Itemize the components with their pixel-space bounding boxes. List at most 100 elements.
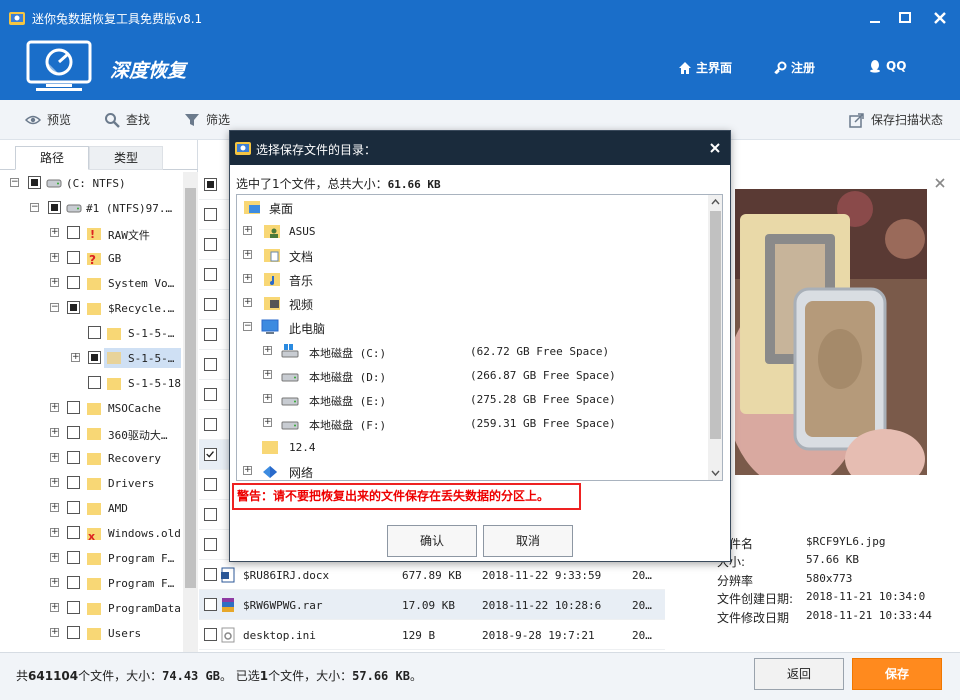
table-row[interactable]: $RU86IRJ.docx 677.89 KB 2018-11-22 9:33:… <box>199 560 665 590</box>
checkbox[interactable] <box>204 568 217 581</box>
dir-row-this-pc[interactable]: − 此电脑 <box>237 315 707 339</box>
checkbox[interactable] <box>67 226 80 239</box>
checkbox[interactable] <box>204 238 217 251</box>
back-button[interactable]: 返回 <box>754 658 844 690</box>
expand-icon[interactable]: + <box>50 628 59 637</box>
tree-row-gb[interactable]: + ? GB <box>0 247 183 269</box>
checkbox[interactable] <box>204 388 217 401</box>
collapse-icon[interactable]: − <box>30 203 39 212</box>
expand-icon[interactable]: + <box>243 226 252 235</box>
expand-icon[interactable]: + <box>50 278 59 287</box>
scroll-up-icon[interactable] <box>711 198 720 207</box>
dir-row-network[interactable]: + 网络 <box>237 459 707 480</box>
tree-scrollbar-thumb[interactable] <box>185 188 196 588</box>
tree-row-360[interactable]: + 360驱动大… <box>0 422 183 444</box>
directory-scrollbar-thumb[interactable] <box>710 211 721 439</box>
tree-row-sid-3[interactable]: S-1-5-18 <box>0 372 183 394</box>
select-all-checkbox[interactable] <box>204 178 217 191</box>
expand-icon[interactable]: + <box>50 578 59 587</box>
checkbox[interactable] <box>204 538 217 551</box>
expand-icon[interactable]: + <box>50 403 59 412</box>
tree-row-program-files[interactable]: + Program F… <box>0 547 183 569</box>
expand-icon[interactable]: + <box>71 353 80 362</box>
tree-row-msocache[interactable]: + MSOCache <box>0 397 183 419</box>
checkbox[interactable] <box>28 176 41 189</box>
cancel-button[interactable]: 取消 <box>483 525 573 557</box>
tree-row-sid-2[interactable]: + S-1-5-… <box>0 347 183 369</box>
tree-row-sid-1[interactable]: S-1-5-… <box>0 322 183 344</box>
close-preview-icon[interactable] <box>935 178 945 188</box>
tree-row-amd[interactable]: + AMD <box>0 497 183 519</box>
checkbox[interactable] <box>67 501 80 514</box>
expand-icon[interactable]: + <box>50 253 59 262</box>
tree-row-drive-c[interactable]: − (C: NTFS) <box>0 172 183 194</box>
expand-icon[interactable]: + <box>243 466 252 475</box>
dir-row-drive-f[interactable]: + 本地磁盘 (F:) (259.31 GB Free Space) <box>237 411 707 435</box>
tree-row-raw[interactable]: + ! RAW文件 <box>0 222 183 244</box>
dir-row-asus[interactable]: + ASUS <box>237 219 707 243</box>
expand-icon[interactable]: + <box>50 228 59 237</box>
checkbox[interactable] <box>204 298 217 311</box>
expand-icon[interactable]: + <box>243 298 252 307</box>
tree-scrollbar[interactable] <box>183 172 198 652</box>
dir-row-drive-c[interactable]: + 本地磁盘 (C:) (62.72 GB Free Space) <box>237 339 707 363</box>
expand-icon[interactable]: + <box>50 478 59 487</box>
checkbox[interactable] <box>204 508 217 521</box>
scroll-down-icon[interactable] <box>711 468 720 477</box>
checkbox[interactable] <box>204 478 217 491</box>
save-button[interactable]: 保存 <box>852 658 942 690</box>
table-row[interactable]: $RW6WPWG.rar 17.09 KB 2018-11-22 10:28:6… <box>199 590 665 620</box>
checkbox[interactable] <box>67 426 80 439</box>
dir-row-videos[interactable]: + 视频 <box>237 291 707 315</box>
dir-row-music[interactable]: + 音乐 <box>237 267 707 291</box>
expand-icon[interactable]: + <box>263 418 272 427</box>
tree-row-partition-1[interactable]: − #1 (NTFS)97.… <box>0 197 183 219</box>
checkbox[interactable] <box>67 301 80 314</box>
expand-icon[interactable]: + <box>243 274 252 283</box>
tree-row-drivers[interactable]: + Drivers <box>0 472 183 494</box>
search-button[interactable]: 查找 <box>104 111 150 128</box>
checkbox[interactable] <box>67 276 80 289</box>
tree-row-programdata[interactable]: + ProgramData <box>0 597 183 619</box>
directory-scrollbar[interactable] <box>708 195 722 480</box>
checkbox[interactable] <box>204 418 217 431</box>
checkbox[interactable] <box>204 358 217 371</box>
tree-row-windows-old[interactable]: + x Windows.old <box>0 522 183 544</box>
checkbox[interactable] <box>67 476 80 489</box>
checkbox-checked[interactable] <box>204 448 217 461</box>
checkbox[interactable] <box>204 328 217 341</box>
tree-row-system-volume[interactable]: + System Vo… <box>0 272 183 294</box>
collapse-icon[interactable]: − <box>50 303 59 312</box>
expand-icon[interactable]: + <box>263 370 272 379</box>
collapse-icon[interactable]: − <box>243 322 252 331</box>
tab-type[interactable]: 类型 <box>89 146 163 170</box>
checkbox[interactable] <box>67 451 80 464</box>
checkbox[interactable] <box>204 598 217 611</box>
expand-icon[interactable]: + <box>50 453 59 462</box>
dir-row-documents[interactable]: + 文档 <box>237 243 707 267</box>
collapse-icon[interactable]: − <box>10 178 19 187</box>
nav-qq[interactable]: QQ <box>868 59 906 73</box>
checkbox[interactable] <box>204 628 217 641</box>
checkbox[interactable] <box>88 351 101 364</box>
checkbox[interactable] <box>67 601 80 614</box>
expand-icon[interactable]: + <box>50 428 59 437</box>
expand-icon[interactable]: + <box>50 503 59 512</box>
checkbox[interactable] <box>204 208 217 221</box>
checkbox[interactable] <box>67 526 80 539</box>
close-button[interactable] <box>930 8 950 28</box>
checkbox[interactable] <box>88 376 101 389</box>
dialog-close-icon[interactable] <box>708 141 722 155</box>
expand-icon[interactable]: + <box>263 346 272 355</box>
tree-row-recycle[interactable]: − $Recycle.… <box>0 297 183 319</box>
expand-icon[interactable]: + <box>243 250 252 259</box>
nav-home[interactable]: 主界面 <box>678 59 732 76</box>
preview-button[interactable]: 预览 <box>25 111 71 128</box>
nav-register[interactable]: 注册 <box>773 59 815 76</box>
expand-icon[interactable]: + <box>50 553 59 562</box>
checkbox[interactable] <box>67 626 80 639</box>
expand-icon[interactable]: + <box>50 528 59 537</box>
checkbox[interactable] <box>67 576 80 589</box>
expand-icon[interactable]: + <box>50 603 59 612</box>
confirm-button[interactable]: 确认 <box>387 525 477 557</box>
